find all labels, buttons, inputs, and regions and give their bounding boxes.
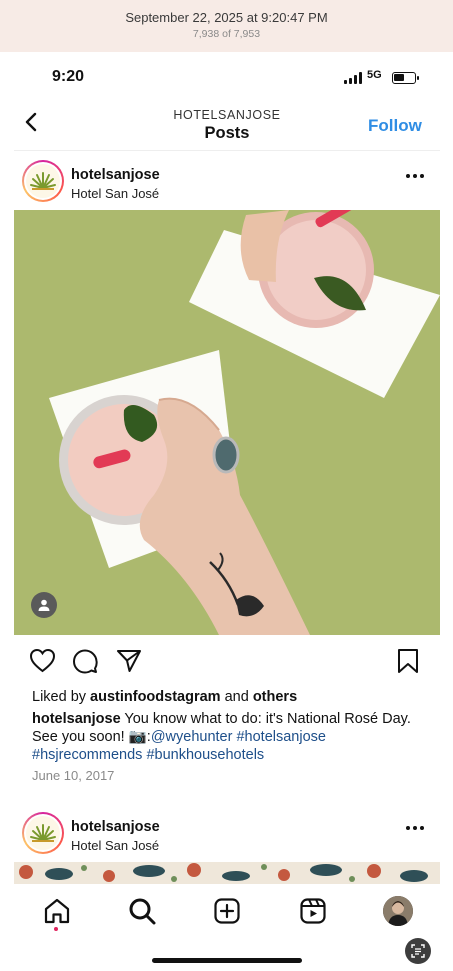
like-heart-icon[interactable] bbox=[29, 648, 56, 673]
post-location[interactable]: Hotel San José bbox=[71, 186, 159, 201]
status-bar: 9:20 5G bbox=[14, 64, 440, 92]
post-caption: hotelsanjose You know what to do: it's N… bbox=[32, 710, 432, 764]
notification-dot bbox=[54, 927, 58, 931]
save-bookmark-icon[interactable] bbox=[396, 648, 420, 674]
cocktail-photo bbox=[14, 210, 440, 635]
viewer-date: September 22, 2025 at 9:20:47 PM bbox=[125, 10, 328, 25]
liked-by-line: Liked by austinfoodstagram and others bbox=[32, 689, 297, 705]
user-tag-icon[interactable] bbox=[31, 592, 57, 618]
mention-link[interactable]: @wyehunter bbox=[151, 729, 233, 745]
liked-others-link[interactable]: others bbox=[253, 689, 297, 705]
status-time: 9:20 bbox=[52, 68, 85, 85]
avatar[interactable] bbox=[22, 160, 64, 202]
share-icon[interactable] bbox=[116, 648, 142, 674]
viewer-count: 7,938 of 7,953 bbox=[192, 28, 261, 40]
agave-logo-icon bbox=[30, 172, 56, 190]
battery-icon bbox=[392, 72, 419, 84]
screenshot-text-icon[interactable] bbox=[405, 938, 431, 964]
hashtag-link[interactable]: #bunkhousehotels bbox=[146, 747, 264, 763]
create-icon[interactable] bbox=[212, 896, 242, 926]
liked-prefix: Liked by bbox=[32, 689, 87, 705]
post-actions bbox=[14, 648, 440, 678]
post-account-name[interactable]: hotelsanjose bbox=[71, 819, 160, 835]
screenshot-viewer-bar: September 22, 2025 at 9:20:47 PM 7,938 o… bbox=[0, 0, 453, 52]
signal-icon bbox=[344, 72, 362, 84]
more-options-icon[interactable] bbox=[406, 826, 424, 830]
profile-photo bbox=[383, 896, 413, 926]
next-post-photo[interactable] bbox=[14, 862, 440, 884]
post-date: June 10, 2017 bbox=[32, 768, 115, 783]
post-account-name[interactable]: hotelsanjose bbox=[71, 167, 160, 183]
nav-header: HOTELSANJOSE Posts Follow bbox=[14, 102, 440, 148]
network-label: 5G bbox=[367, 69, 382, 81]
follow-button[interactable]: Follow bbox=[368, 116, 422, 136]
next-post-header: hotelsanjose Hotel San José bbox=[14, 810, 440, 860]
bottom-tab-bar bbox=[14, 884, 440, 971]
liked-and: and bbox=[224, 689, 249, 705]
home-indicator bbox=[152, 958, 302, 963]
comment-icon[interactable] bbox=[72, 648, 98, 674]
hashtag-link[interactable]: #hotelsanjose bbox=[236, 729, 326, 745]
liked-user-link[interactable]: austinfoodstagram bbox=[90, 689, 221, 705]
agave-logo-icon bbox=[30, 824, 56, 842]
post-location[interactable]: Hotel San José bbox=[71, 838, 159, 853]
header-divider bbox=[14, 150, 440, 151]
avatar[interactable] bbox=[22, 812, 64, 854]
search-icon[interactable] bbox=[127, 896, 157, 926]
hashtag-link[interactable]: #hsjrecommends bbox=[32, 747, 142, 763]
floral-pattern-image bbox=[14, 862, 440, 884]
caption-account-link[interactable]: hotelsanjose bbox=[32, 711, 121, 727]
post-header: hotelsanjose Hotel San José bbox=[14, 158, 440, 208]
phone-screen: 9:20 5G HOTELSANJOSE Posts Follow hotels… bbox=[14, 52, 440, 971]
more-options-icon[interactable] bbox=[406, 174, 424, 178]
post-photo[interactable] bbox=[14, 210, 440, 635]
profile-avatar[interactable] bbox=[383, 896, 413, 926]
home-icon[interactable] bbox=[42, 896, 72, 926]
reels-icon[interactable] bbox=[298, 896, 328, 926]
